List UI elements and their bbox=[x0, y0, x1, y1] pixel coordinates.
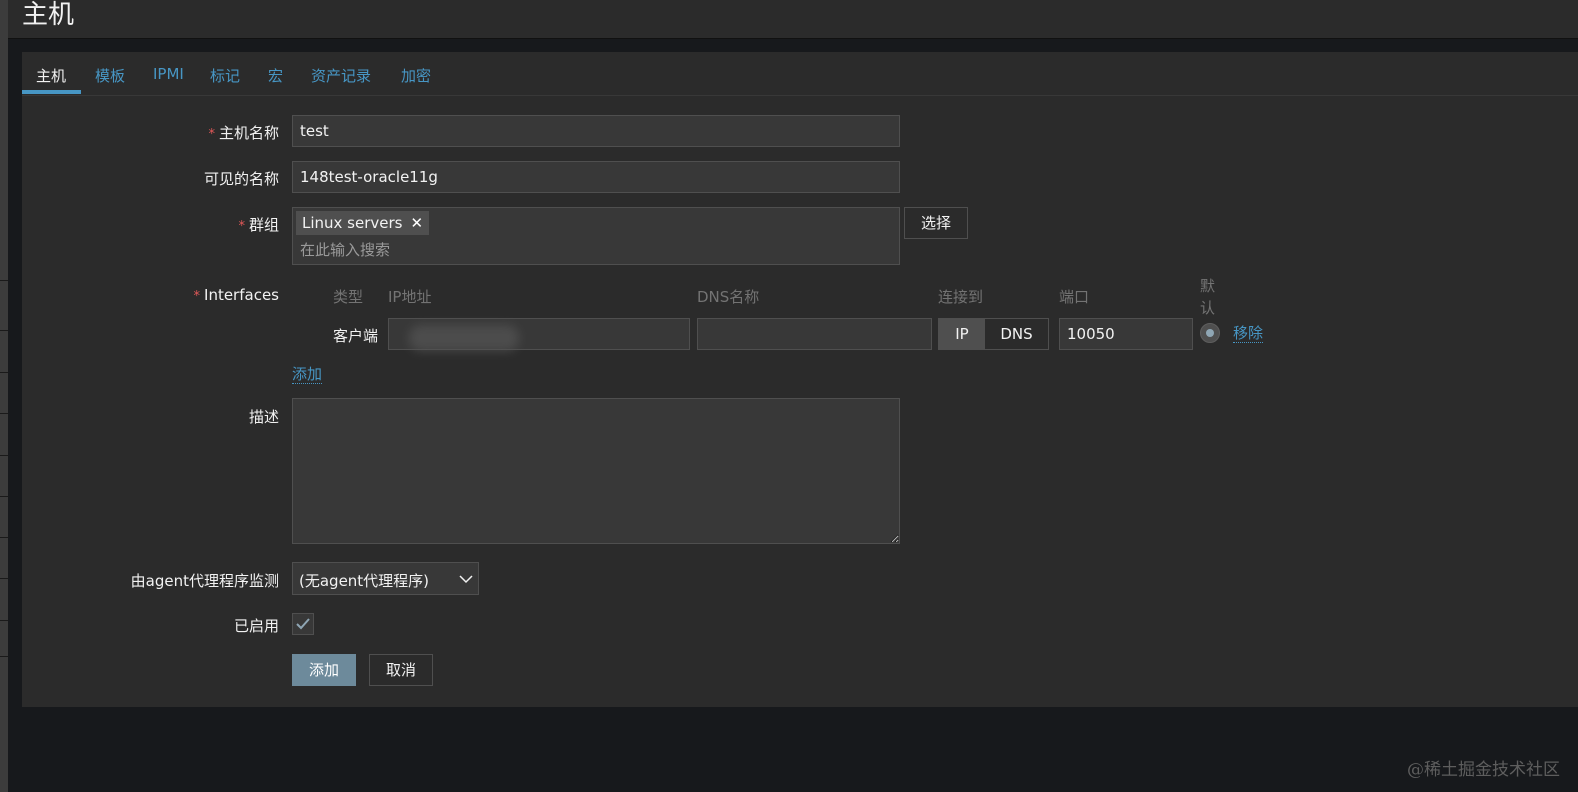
iface-port-input[interactable] bbox=[1059, 318, 1193, 350]
tab-ipmi[interactable]: IPMI bbox=[153, 65, 184, 83]
group-search-placeholder[interactable]: 在此输入搜索 bbox=[300, 239, 390, 260]
active-tab-indicator bbox=[22, 90, 81, 94]
groups-multiselect[interactable]: Linux servers ✕ 在此输入搜索 bbox=[292, 207, 900, 265]
tab-macros[interactable]: 宏 bbox=[268, 65, 283, 86]
add-interface-link[interactable]: 添加 bbox=[292, 366, 323, 384]
visible-name-input[interactable] bbox=[292, 161, 900, 193]
proxy-label: 由agent代理程序监测 bbox=[130, 572, 279, 590]
iface-ip-input[interactable] bbox=[388, 318, 690, 351]
iface-header-connect: 连接到 bbox=[938, 288, 984, 306]
chevron-down-icon bbox=[459, 575, 473, 584]
interfaces-label: * Interfaces bbox=[193, 286, 279, 304]
iface-header-dns: DNS名称 bbox=[697, 288, 760, 306]
host-name-input[interactable] bbox=[292, 115, 900, 147]
radio-dot bbox=[1206, 329, 1214, 337]
group-chip-label: Linux servers bbox=[302, 214, 403, 232]
blurred-ip bbox=[409, 325, 519, 351]
cancel-button[interactable]: 取消 bbox=[369, 654, 433, 686]
enabled-label: 已启用 bbox=[233, 617, 279, 635]
enabled-checkbox[interactable] bbox=[292, 613, 314, 635]
tab-templates[interactable]: 模板 bbox=[95, 65, 125, 86]
required-marker: * bbox=[238, 219, 245, 234]
page-title: 主机 bbox=[22, 0, 75, 30]
page-header bbox=[8, 0, 1578, 39]
required-marker: * bbox=[208, 127, 215, 142]
required-marker: * bbox=[193, 289, 201, 304]
default-radio[interactable] bbox=[1200, 323, 1220, 343]
add-button[interactable]: 添加 bbox=[292, 654, 356, 686]
proxy-select-value: (无agent代理程序) bbox=[299, 572, 430, 590]
connect-to-toggle: IP DNS bbox=[938, 318, 1049, 350]
select-groups-button[interactable]: 选择 bbox=[904, 207, 968, 239]
group-chip: Linux servers ✕ bbox=[296, 211, 430, 235]
remove-interface-link[interactable]: 移除 bbox=[1233, 325, 1264, 343]
checkmark-icon bbox=[296, 618, 310, 630]
watermark: @稀土掘金技术社区 bbox=[1407, 760, 1560, 780]
iface-header-ip: IP地址 bbox=[388, 288, 432, 306]
host-name-label: * 主机名称 bbox=[208, 124, 279, 142]
left-sidebar-strip bbox=[0, 0, 8, 792]
iface-header-default: 默认 bbox=[1200, 277, 1216, 317]
iface-header-port: 端口 bbox=[1059, 288, 1090, 306]
iface-header-type: 类型 bbox=[333, 288, 364, 306]
tab-bar: 主机 模板 IPMI 标记 宏 资产记录 加密 bbox=[22, 52, 1578, 96]
groups-label: * 群组 bbox=[238, 216, 279, 234]
connect-dns-option[interactable]: DNS bbox=[985, 319, 1048, 349]
tab-encryption[interactable]: 加密 bbox=[401, 65, 431, 86]
form-panel bbox=[22, 52, 1578, 707]
description-textarea[interactable] bbox=[292, 398, 900, 544]
connect-ip-option[interactable]: IP bbox=[939, 319, 985, 349]
iface-type: 客户端 bbox=[333, 327, 379, 345]
tab-tags[interactable]: 标记 bbox=[210, 65, 240, 86]
description-label: 描述 bbox=[248, 408, 279, 426]
tab-inventory[interactable]: 资产记录 bbox=[311, 65, 371, 86]
iface-dns-input[interactable] bbox=[697, 318, 932, 350]
visible-name-label: 可见的名称 bbox=[203, 170, 279, 188]
proxy-select[interactable]: (无agent代理程序) bbox=[292, 562, 479, 595]
close-icon[interactable]: ✕ bbox=[410, 214, 423, 232]
tab-host[interactable]: 主机 bbox=[36, 65, 66, 86]
